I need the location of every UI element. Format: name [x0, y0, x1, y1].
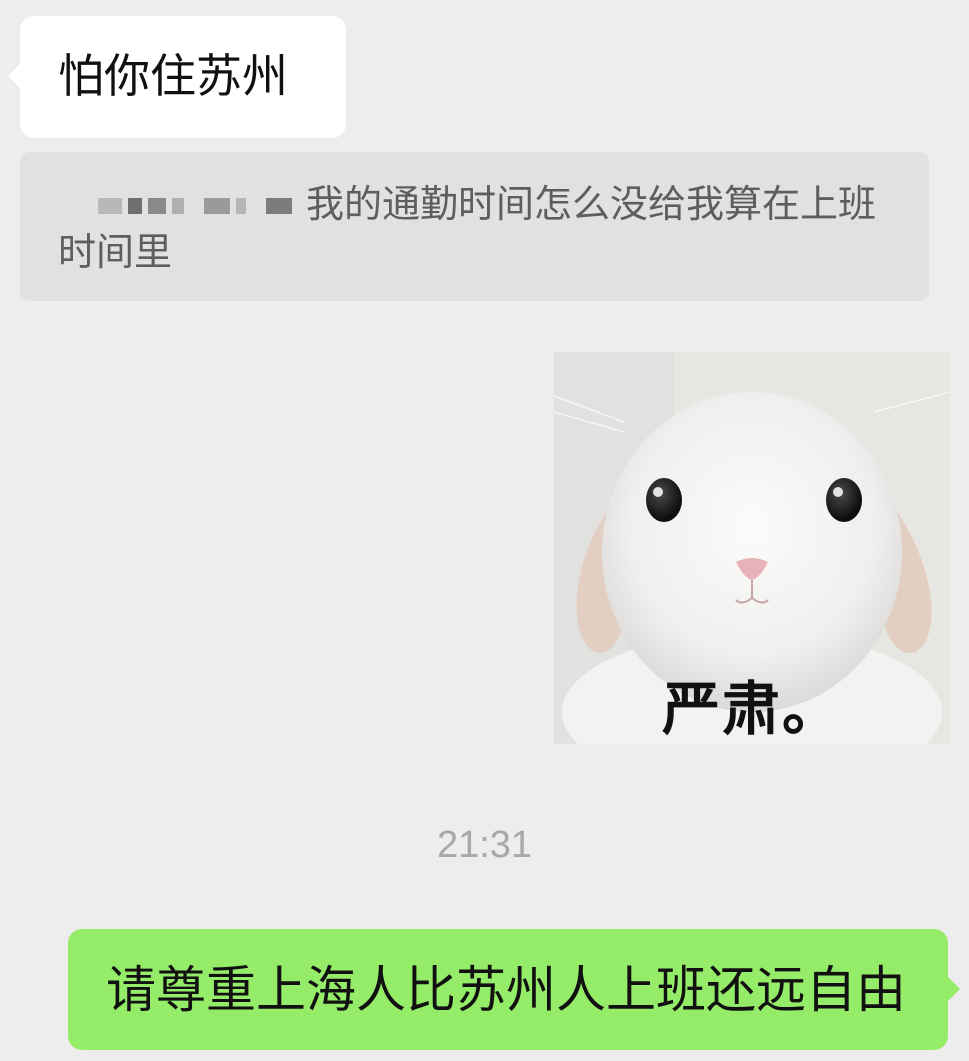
quoted-text: 我的通勤时间怎么没给我算在上班时间里: [58, 182, 877, 274]
sticker-caption: 严肃。: [661, 675, 842, 743]
incoming-message-bubble[interactable]: 怕你住苏州: [8, 16, 346, 138]
timestamp: 21:31: [436, 824, 533, 866]
message-text: 怕你住苏州: [58, 49, 288, 103]
quoted-message[interactable]: 我的通勤时间怎么没给我算在上班时间里: [20, 152, 929, 301]
message-text: 请尊重上海人比苏州人上班还远自由: [106, 961, 906, 1019]
outgoing-message-bubble[interactable]: 请尊重上海人比苏州人上班还远自由: [68, 929, 960, 1050]
rabbit-sticker[interactable]: 严肃。: [554, 352, 950, 744]
